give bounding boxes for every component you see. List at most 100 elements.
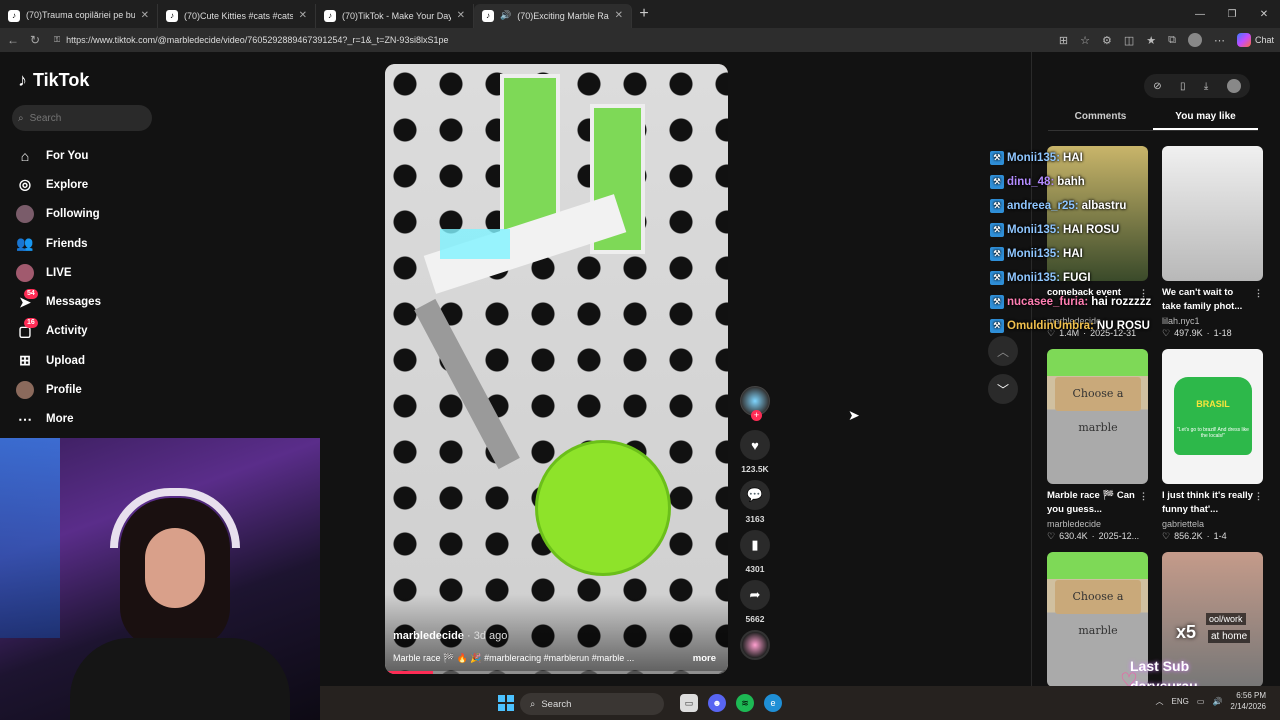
webcam-person-body — [70, 638, 290, 720]
settings-more-icon[interactable]: ⋯ — [1214, 34, 1225, 47]
suggested-video-card[interactable]: BRASIL "Let's go to brazil! And dress li… — [1162, 349, 1263, 542]
sidebar-item-following[interactable]: Following — [16, 200, 101, 229]
sidebar-item-explore[interactable]: ◎ Explore — [16, 170, 101, 199]
download-icon[interactable]: ⤓ — [1204, 81, 1208, 92]
clock-time: 6:56 PM — [1236, 691, 1266, 700]
sidebar-item-activity[interactable]: ▢ 16 Activity — [16, 317, 101, 346]
close-icon[interactable]: ✕ — [141, 10, 149, 21]
right-panel-toolbar: ⊘ ▯ ⤓ — [1144, 74, 1250, 98]
user-avatar[interactable] — [1226, 79, 1241, 93]
favorite-star-icon[interactable]: ☆ — [1080, 34, 1090, 47]
share-action[interactable]: ➦ 5662 — [740, 580, 770, 624]
compass-small-icon[interactable]: ⊘ — [1153, 81, 1161, 92]
like-action[interactable]: ♥ 123.5K — [740, 430, 770, 474]
stream-chat-overlay: ⚒ Monii135: HAI ⚒ dinu_48: bahh ⚒ andreea_r25: a… — [990, 146, 1170, 338]
more-options-icon[interactable]: ⋮ — [1139, 489, 1148, 503]
author-name[interactable]: marbledecide — [393, 630, 464, 642]
speaker-icon[interactable]: 🔊 — [500, 10, 511, 21]
sidebar-item-for-you[interactable]: ⌂ For You — [16, 141, 101, 170]
copilot-chat-button[interactable]: Chat — [1236, 33, 1274, 47]
browser-profile-avatar[interactable] — [1187, 33, 1202, 47]
tiktok-logo[interactable]: ♪ TikTok — [18, 70, 89, 91]
split-screen-icon[interactable]: ◫ — [1124, 34, 1134, 47]
video-thumbnail[interactable] — [1162, 146, 1263, 281]
new-tab-button[interactable]: + — [632, 5, 656, 23]
extensions-icon[interactable]: ⚙ — [1102, 34, 1112, 47]
chat-text: HAI — [1063, 152, 1083, 164]
file-explorer-icon[interactable]: ▭ — [680, 694, 698, 712]
taskbar-clock[interactable]: 6:56 PM 2/14/2026 — [1230, 690, 1266, 712]
tray-expand-icon[interactable]: ︿ — [1156, 696, 1164, 707]
card-meta: ♡ 630.4K · 2025-12... — [1047, 531, 1148, 542]
collections-icon[interactable]: ⧉ — [1168, 34, 1176, 47]
sidebar-item-friends[interactable]: 👥 Friends — [16, 229, 101, 258]
card-title: We can't wait to take family phot... ⋮ — [1162, 286, 1263, 314]
reload-icon[interactable]: ↻ — [28, 33, 42, 47]
video-thumbnail[interactable]: BRASIL "Let's go to brazil! And dress li… — [1162, 349, 1263, 484]
sidebar-item-upload[interactable]: ⊞ Upload — [16, 346, 101, 375]
chevron-down-icon[interactable]: ﹀ — [988, 374, 1018, 404]
sidebar-item-live[interactable]: LIVE — [16, 258, 101, 287]
save-count: 4301 — [745, 564, 765, 574]
creator-avatar[interactable]: + — [740, 386, 770, 421]
close-icon[interactable]: ✕ — [299, 10, 307, 21]
url-field[interactable]: ⚿ https://www.tiktok.com/@marbledecide/v… — [50, 31, 1051, 49]
comment-action[interactable]: 💬 3163 — [740, 480, 770, 524]
volume-icon[interactable]: 🔊 — [1212, 697, 1222, 706]
comment-icon[interactable]: 💬 — [740, 480, 770, 510]
spotify-icon[interactable]: ≋ — [736, 694, 754, 712]
sound-disc-icon[interactable] — [740, 630, 770, 660]
heart-icon[interactable]: ♥ — [740, 430, 770, 460]
app-available-icon[interactable]: ⊞ — [1059, 34, 1068, 47]
browser-tab[interactable]: ♪ (70)Trauma copilăriei pe bune😂🤣 ✕ — [0, 3, 158, 28]
follow-plus-icon[interactable]: + — [751, 410, 762, 421]
close-icon[interactable]: ✕ — [457, 10, 465, 21]
tab-comments[interactable]: Comments — [1048, 108, 1153, 130]
tiktok-favicon-icon: ♪ — [166, 9, 178, 22]
minimize-icon[interactable]: — — [1184, 9, 1216, 20]
browser-tab[interactable]: ♪ (70)TikTok - Make Your Day ✕ — [316, 3, 474, 28]
caption-more-button[interactable]: more — [693, 653, 716, 664]
search-input[interactable] — [29, 112, 140, 124]
more-options-icon[interactable]: ⋮ — [1254, 489, 1263, 503]
card-author[interactable]: gabriettela — [1162, 519, 1263, 529]
bookmark-icon[interactable]: ▮ — [740, 530, 770, 560]
chat-text: albastru — [1081, 200, 1127, 212]
favorites-icon[interactable]: ★ — [1146, 34, 1156, 47]
save-action[interactable]: ▮ 4301 — [740, 530, 770, 574]
network-icon[interactable]: ▭ — [1197, 697, 1205, 706]
windows-start-icon[interactable] — [498, 695, 514, 711]
browser-tab-active[interactable]: ♪ 🔊 (70)Exciting Marble Racing C ✕ — [474, 3, 632, 28]
card-author[interactable]: marbledecide — [1047, 519, 1148, 529]
video-progress-bar[interactable] — [385, 671, 728, 674]
edge-icon[interactable]: e — [764, 694, 782, 712]
suggested-video-card[interactable]: Choose a marble Marble race 🏁 Can you gu… — [1047, 349, 1148, 542]
video-player[interactable]: marbledecide · 3d ago Marble race 🏁 🔥 🎉 … — [385, 64, 728, 674]
search-box[interactable]: ⌕ — [12, 105, 152, 131]
video-thumbnail[interactable]: Choose a marble — [1047, 349, 1148, 484]
language-indicator[interactable]: ENG — [1172, 697, 1189, 706]
card-author[interactable]: lilah.nyc1 — [1162, 316, 1263, 326]
browser-tab[interactable]: ♪ (70)Cute Kitties #cats #catsoftikt ✕ — [158, 3, 316, 28]
discord-icon[interactable]: ☻ — [708, 694, 726, 712]
maximize-icon[interactable]: ❐ — [1216, 9, 1248, 20]
video-author[interactable]: marbledecide · 3d ago — [393, 630, 507, 642]
share-icon[interactable]: ➦ — [740, 580, 770, 610]
close-window-icon[interactable]: ✕ — [1248, 9, 1280, 20]
tab-title: (70)Trauma copilăriei pe bune😂🤣 — [26, 10, 135, 20]
more-options-icon[interactable]: ⋮ — [1254, 286, 1263, 300]
right-panel-tabs: Comments You may like — [1048, 108, 1258, 131]
sidebar-item-more[interactable]: ⋯ More — [16, 405, 101, 434]
heart-outline-icon: ♡ — [1162, 531, 1171, 541]
suggested-video-card[interactable]: We can't wait to take family phot... ⋮ li… — [1162, 146, 1263, 339]
shirt-subtext: "Let's go to brazil! And dress like the … — [1177, 427, 1249, 439]
tab-you-may-like[interactable]: You may like — [1153, 108, 1258, 130]
sidebar-item-profile[interactable]: Profile — [16, 375, 101, 404]
site-info-icon[interactable]: ⚿ — [54, 35, 60, 45]
phone-icon[interactable]: ▯ — [1180, 81, 1186, 92]
taskbar-search[interactable]: ⌕ Search — [520, 693, 664, 715]
close-icon[interactable]: ✕ — [615, 10, 623, 21]
sidebar-item-messages[interactable]: ➤ 54 Messages — [16, 287, 101, 316]
back-icon[interactable]: ← — [6, 33, 20, 47]
chevron-up-icon[interactable]: ︿ — [988, 336, 1018, 366]
